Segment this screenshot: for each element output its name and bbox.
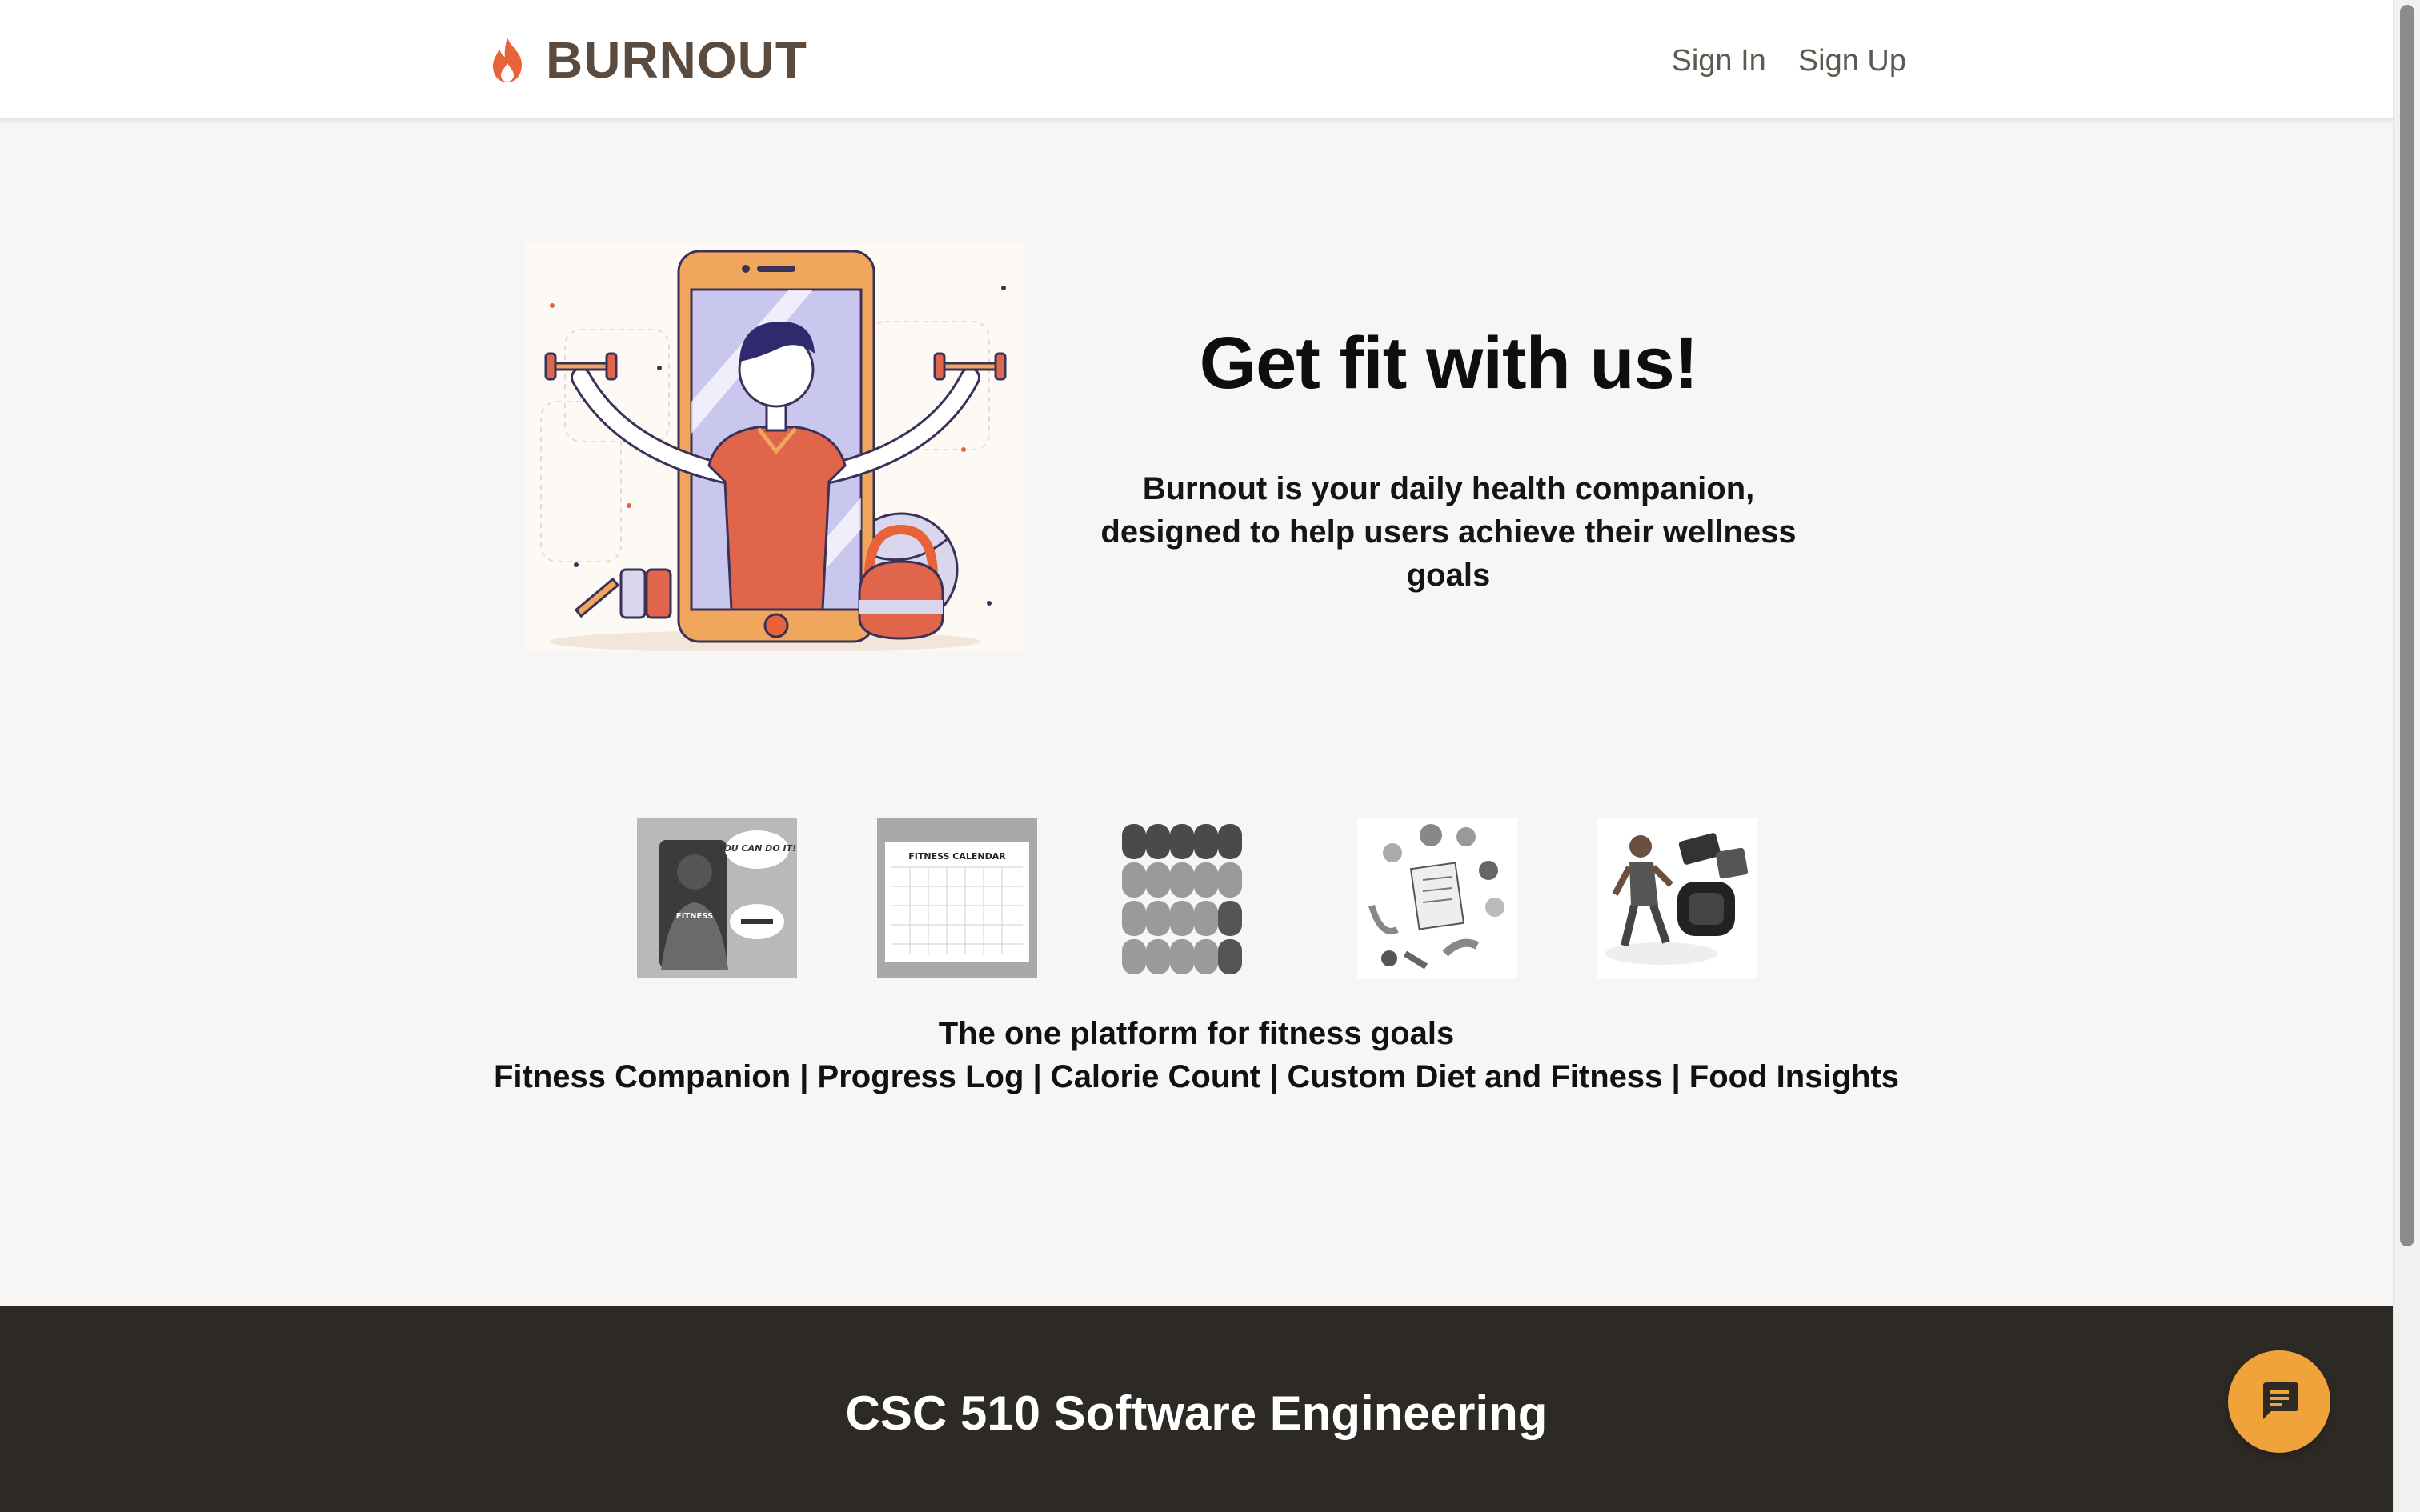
progress-log-image: FITNESS CALENDAR: [877, 818, 1037, 978]
page-scrollbar[interactable]: [2393, 0, 2420, 1512]
brand-name: BURNOUT: [546, 31, 807, 89]
feature-thumbnails: FITNESS YOU CAN DO IT! FITNESS CALENDAR: [637, 818, 1757, 978]
top-navbar: BURNOUT Sign In Sign Up: [0, 0, 2393, 120]
fitness-companion-image: FITNESS YOU CAN DO IT!: [637, 818, 797, 978]
feature-list: Fitness Companion | Progress Log | Calor…: [494, 1059, 1899, 1094]
sign-in-link[interactable]: Sign In: [1671, 44, 1765, 78]
footer: CSC 510 Software Engineering: [0, 1306, 2393, 1512]
chat-button[interactable]: [2228, 1350, 2330, 1453]
flame-icon: [493, 38, 522, 82]
hero-description: Burnout is your daily health companion, …: [1100, 471, 1797, 593]
chat-icon: [2263, 1382, 2298, 1419]
fitness-shirt-label: FITNESS: [676, 912, 714, 921]
footer-title: CSC 510 Software Engineering: [845, 1386, 1548, 1440]
fitness-phone-illustration: [525, 242, 1023, 651]
hero-title: Get fit with us!: [1199, 322, 1699, 404]
fitness-calendar-text: FITNESS CALENDAR: [908, 851, 1006, 862]
custom-diet-image: [1357, 818, 1517, 978]
brand-logo-link[interactable]: BURNOUT: [487, 31, 807, 89]
scrollbar-thumb[interactable]: [2400, 5, 2414, 1246]
food-insights-image: [1597, 818, 1757, 978]
auth-nav: Sign In Sign Up: [1671, 37, 1906, 85]
you-can-do-it-text: YOU CAN DO IT!: [718, 843, 796, 854]
calorie-count-image: [1117, 818, 1277, 978]
platform-tagline: The one platform for fitness goals: [938, 1016, 1455, 1051]
sign-up-link[interactable]: Sign Up: [1798, 44, 1906, 78]
